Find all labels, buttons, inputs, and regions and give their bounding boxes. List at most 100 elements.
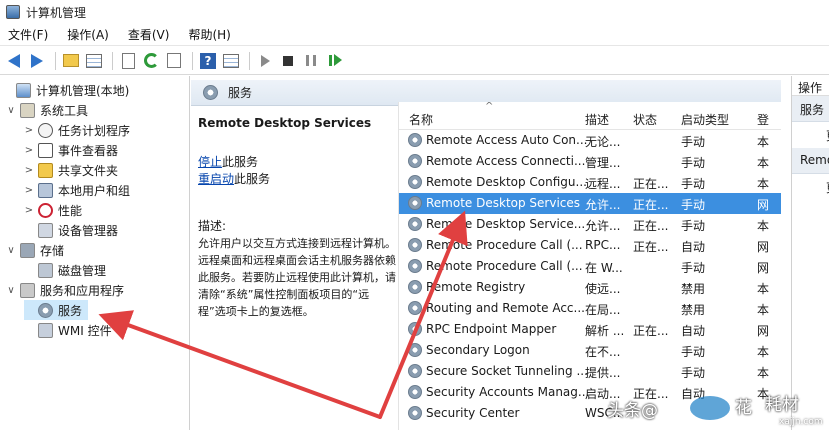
menu-view[interactable]: 查看(V): [128, 26, 170, 43]
refresh-icon[interactable]: [141, 51, 161, 71]
cell-startup-type: 禁用: [681, 303, 706, 317]
tree-item-label: 服务和应用程序: [40, 283, 125, 298]
service-row[interactable]: Remote Desktop Service... 允许... 正在... 手动 本: [399, 214, 781, 235]
actions-item-more[interactable]: 更: [792, 174, 829, 200]
tree-item-system-tools[interactable]: ∨ 系统工具: [6, 100, 88, 120]
stop-service-icon[interactable]: [278, 51, 298, 71]
cell-name: Remote Registry: [426, 280, 526, 294]
service-row[interactable]: Remote Procedure Call (... 在 W... 手动 网: [399, 256, 781, 277]
tree-item-shared-folders[interactable]: > 共享文件夹: [24, 160, 118, 180]
tree-item-wmi-control[interactable]: WMI 控件: [24, 320, 112, 340]
chevron-right-icon[interactable]: >: [24, 125, 34, 136]
watermark-url: xajjn.com: [779, 417, 823, 427]
tree-item-task-scheduler[interactable]: > 任务计划程序: [24, 120, 130, 140]
tree-item-label: 计算机管理(本地): [36, 83, 130, 98]
restart-service-icon[interactable]: [324, 51, 344, 71]
toolbar-separator: [192, 51, 193, 70]
cell-logon-as: 本: [757, 135, 770, 149]
cell-status: 正在...: [633, 198, 669, 212]
chevron-right-icon[interactable]: >: [24, 185, 34, 196]
actions-section-selected-service[interactable]: Remote Desktop Services: [792, 148, 829, 174]
tree-item-local-users-groups[interactable]: > 本地用户和组: [24, 180, 130, 200]
disk-icon: [38, 262, 53, 278]
event-viewer-icon: [38, 142, 53, 158]
cell-logon-as: 网: [757, 198, 770, 212]
column-header-description[interactable]: 描述: [585, 111, 609, 128]
chevron-right-icon[interactable]: >: [24, 145, 34, 156]
column-header-name[interactable]: 名称: [409, 111, 433, 128]
tools-icon: [20, 102, 35, 118]
stop-service-link[interactable]: 停止: [198, 155, 222, 169]
service-row[interactable]: Remote Desktop Configu... 远程... 正在... 手动 本: [399, 172, 781, 193]
show-tree-icon[interactable]: [84, 51, 104, 71]
cell-logon-as: 本: [757, 366, 770, 380]
selected-service-name: Remote Desktop Services: [198, 116, 372, 130]
stop-service-suffix: 此服务: [222, 155, 259, 169]
restart-service-link[interactable]: 重启动: [198, 172, 234, 186]
service-row[interactable]: Remote Registry 使远... 禁用 本: [399, 277, 781, 298]
tree-item-device-manager[interactable]: 设备管理器: [24, 220, 118, 240]
cell-name: Secondary Logon: [426, 343, 530, 357]
tree-item-disk-management[interactable]: 磁盘管理: [24, 260, 106, 280]
up-folder-icon[interactable]: [61, 51, 81, 71]
chevron-right-icon[interactable]: >: [24, 205, 34, 216]
tree-item-label: 事件查看器: [58, 143, 119, 158]
actions-section-services[interactable]: 服务: [792, 96, 829, 122]
start-service-icon[interactable]: [255, 51, 275, 71]
menu-help[interactable]: 帮助(H): [188, 26, 230, 43]
cell-startup-type: 自动: [681, 240, 706, 254]
menu-action[interactable]: 操作(A): [67, 26, 109, 43]
description-text: 允许用户以交互方式连接到远程计算机。远程桌面和远程桌面会话主机服务器依赖此服务。…: [198, 237, 396, 318]
export-list-icon[interactable]: [164, 51, 184, 71]
watermark-text-2: 花: [735, 398, 752, 418]
gear-icon: [408, 280, 422, 294]
cell-startup-type: 手动: [681, 135, 706, 149]
watermark-text-3: 耗材: [765, 395, 799, 415]
column-header-logon-as[interactable]: 登: [757, 111, 769, 128]
service-row[interactable]: RPC Endpoint Mapper 解析 ... 正在... 自动 网: [399, 319, 781, 340]
service-row[interactable]: Secondary Logon 在不... 手动 本: [399, 340, 781, 361]
tree-item-computer-management[interactable]: 计算机管理(本地): [2, 80, 129, 100]
tree-item-services-and-applications[interactable]: ∨ 服务和应用程序: [6, 280, 124, 300]
tree-item-label: 磁盘管理: [58, 263, 107, 278]
cell-startup-type: 手动: [681, 366, 706, 380]
cell-name: Remote Desktop Configu...: [426, 175, 587, 189]
tree-item-label: 存储: [40, 243, 65, 258]
service-row[interactable]: Secure Socket Tunneling ... 提供... 手动 本: [399, 361, 781, 382]
cell-name: Remote Procedure Call (...: [426, 238, 583, 252]
cell-name: Remote Procedure Call (...: [426, 259, 583, 273]
service-row[interactable]: Remote Desktop Services 允许... 正在... 手动 网: [399, 193, 781, 214]
actions-item-more[interactable]: 更: [792, 122, 829, 148]
properties-icon[interactable]: [118, 51, 138, 71]
tree-item-event-viewer[interactable]: > 事件查看器: [24, 140, 118, 160]
tree-item-label: 本地用户和组: [58, 183, 131, 198]
pause-service-icon[interactable]: [301, 51, 321, 71]
service-row[interactable]: Routing and Remote Acc... 在局... 禁用 本: [399, 298, 781, 319]
chevron-down-icon[interactable]: ∨: [6, 105, 16, 116]
chevron-down-icon[interactable]: ∨: [6, 245, 16, 256]
cell-description: 无论...: [585, 135, 621, 149]
show-pane-icon[interactable]: [221, 51, 241, 71]
cell-status: 正在...: [633, 240, 669, 254]
service-row[interactable]: Remote Access Connecti... 管理... 手动 本: [399, 151, 781, 172]
cell-description: 在局...: [585, 303, 621, 317]
chevron-right-icon[interactable]: >: [24, 165, 34, 176]
tree-item-performance[interactable]: > 性能: [24, 200, 82, 220]
help-icon[interactable]: ?: [198, 51, 218, 71]
tree-item-storage[interactable]: ∨ 存储: [6, 240, 64, 260]
column-header-startup-type[interactable]: 启动类型: [681, 111, 729, 128]
column-header-status[interactable]: 状态: [633, 111, 657, 128]
service-row[interactable]: Remote Procedure Call (... RPC... 正在... 自动 网: [399, 235, 781, 256]
tree-item-services[interactable]: 服务: [24, 300, 88, 320]
service-row[interactable]: Remote Access Auto Con... 无论... 手动 本: [399, 130, 781, 151]
cell-description: 提供...: [585, 366, 621, 380]
menu-file[interactable]: 文件(F): [8, 26, 48, 43]
cell-logon-as: 本: [757, 219, 770, 233]
cell-name: Secure Socket Tunneling ...: [426, 364, 588, 378]
forward-arrow-icon[interactable]: [27, 51, 47, 71]
computer-management-icon: [6, 5, 20, 19]
services-apps-icon: [20, 282, 35, 298]
back-arrow-icon[interactable]: [4, 51, 24, 71]
chevron-down-icon[interactable]: ∨: [6, 285, 16, 296]
cell-startup-type: 禁用: [681, 282, 706, 296]
